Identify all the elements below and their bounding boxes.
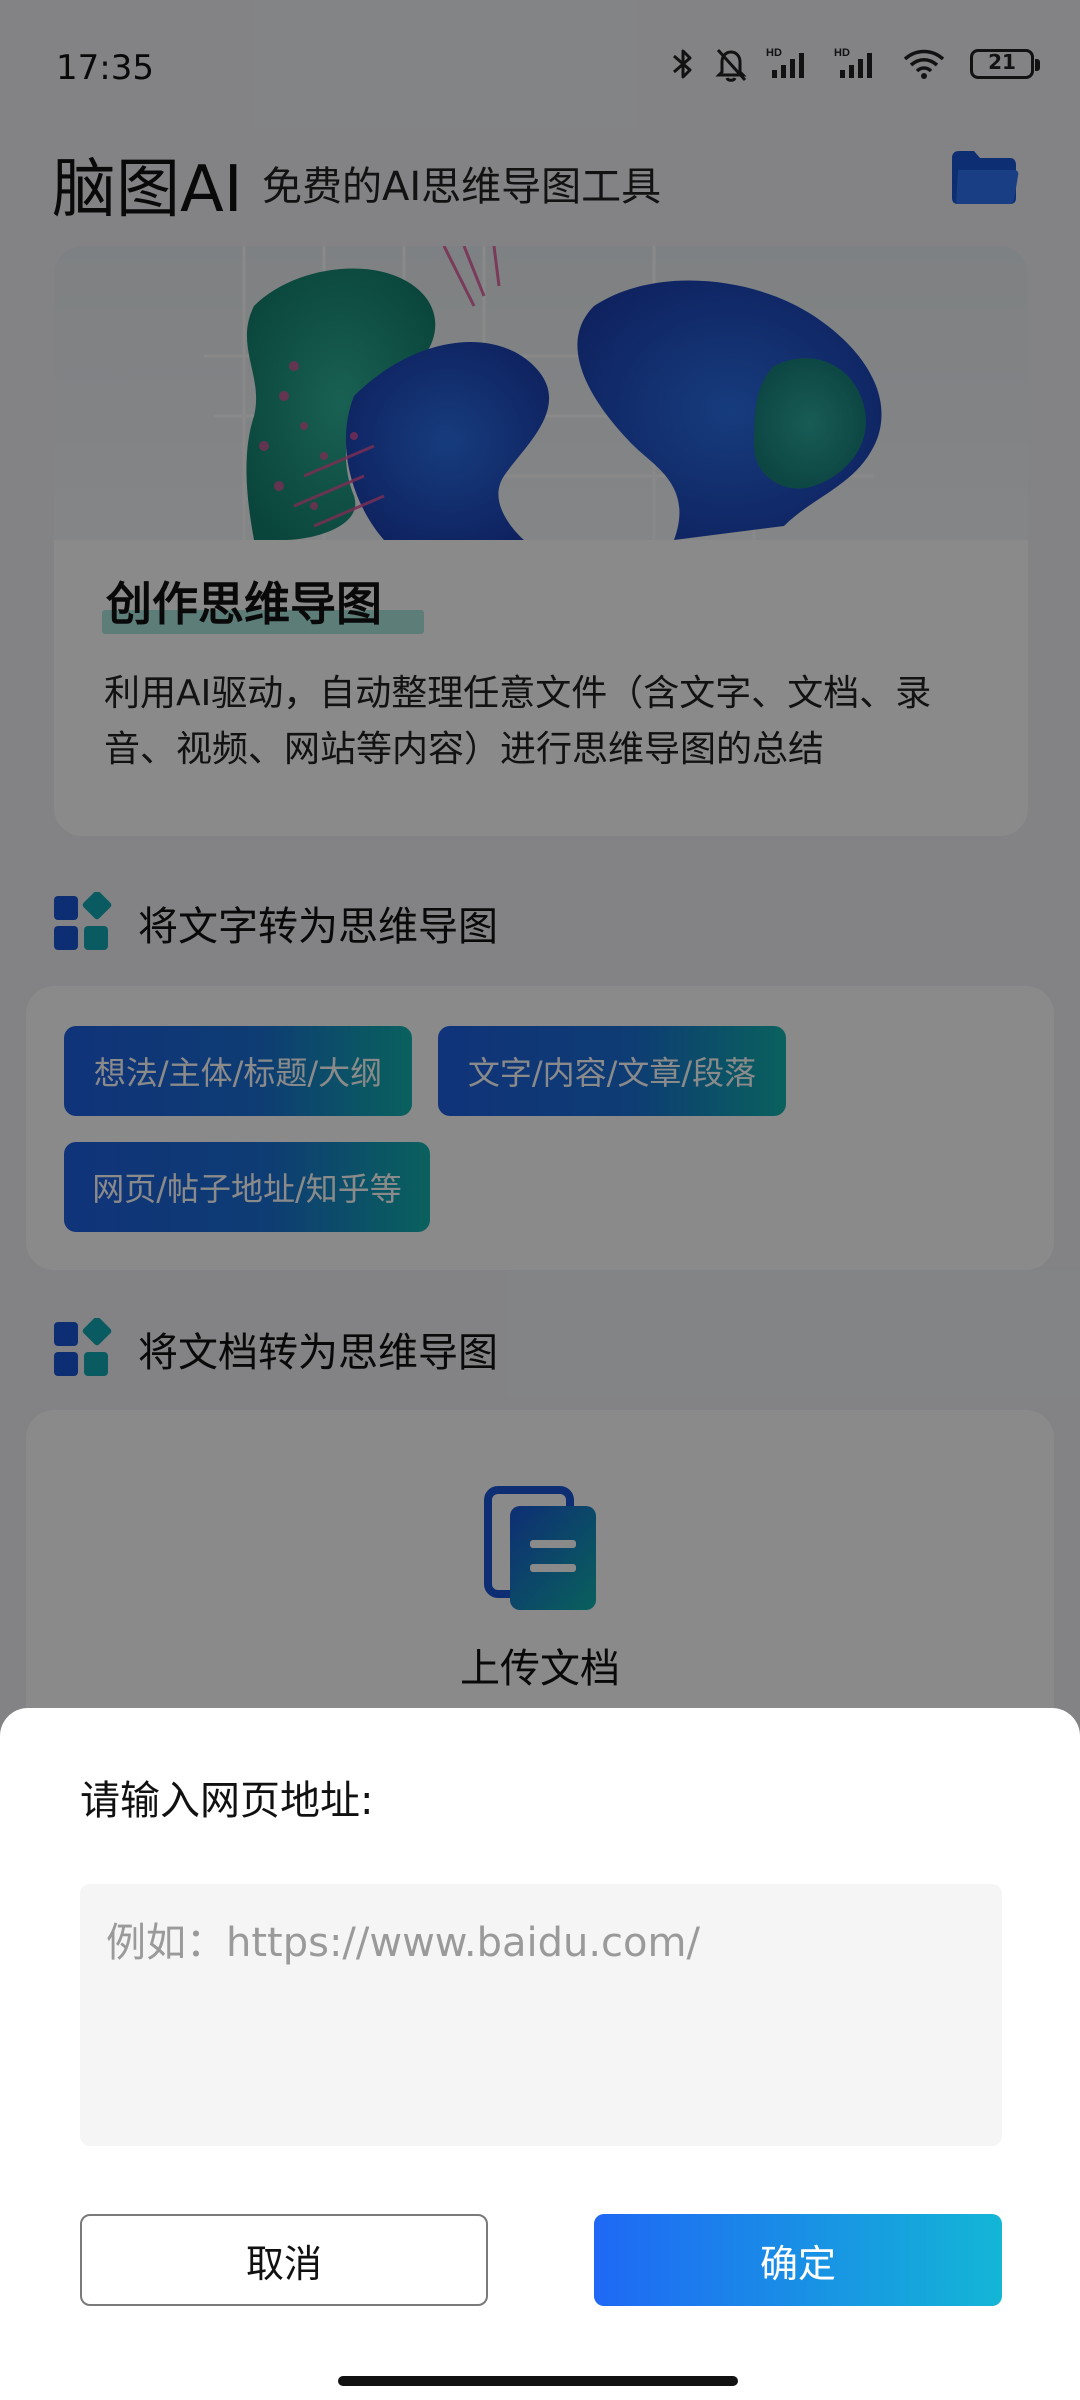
url-input[interactable] [80,1884,1002,2146]
home-indicator[interactable] [338,2376,738,2386]
url-input-dialog: 请输入网页地址: 取消 确定 [0,1708,1080,2400]
cancel-button[interactable]: 取消 [80,2214,488,2306]
confirm-button[interactable]: 确定 [594,2214,1002,2306]
app-screen: 17:35 HD HD 21 脑图AI 免费的AI思维导图工具 创作思维导图 利… [0,0,1080,2400]
dialog-title: 请输入网页地址: [80,1778,374,1824]
